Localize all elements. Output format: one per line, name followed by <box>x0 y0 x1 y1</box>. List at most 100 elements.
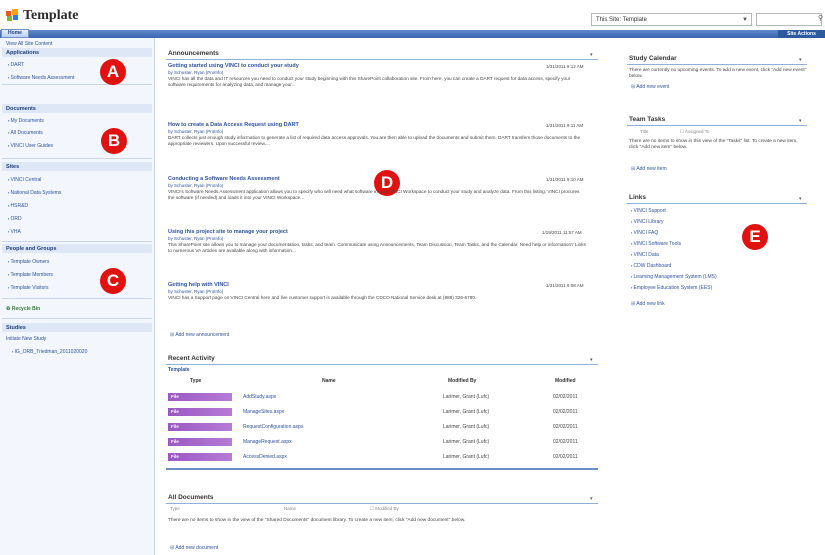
announcement-author[interactable]: by Schuster, Ryan (ProInfo) <box>168 129 223 134</box>
ql-item-software-needs[interactable]: Software Needs Assessment <box>8 75 75 81</box>
study-calendar-title[interactable]: Study Calendar <box>629 55 677 62</box>
announcements-title[interactable]: Announcements <box>168 50 219 57</box>
announcement-date: 1/31/2011 9:08 AM <box>546 283 584 288</box>
ql-heading-studies[interactable]: Studies <box>6 325 26 331</box>
divider <box>627 203 807 204</box>
column-header-assigned-to[interactable]: ☐ Assigned To <box>680 129 709 135</box>
modified-date: 02/02/2011 <box>553 409 578 415</box>
divider <box>627 64 807 65</box>
search-scope-select[interactable]: This Site: Template ▼ <box>591 13 752 26</box>
chevron-down-icon[interactable]: ▾ <box>590 496 593 502</box>
link-item[interactable]: VINCI Support <box>631 208 666 214</box>
file-name-link[interactable]: ManageRequest.aspx <box>243 439 292 445</box>
chevron-down-icon[interactable]: ▼ <box>742 17 748 23</box>
link-item[interactable]: VINCI Library <box>631 219 664 225</box>
announcement-date: 1/19/2011 11:57 AM <box>542 230 582 235</box>
column-header-name[interactable]: Name <box>284 506 296 511</box>
announcement-date: 1/31/2011 9:11 AM <box>546 123 584 128</box>
ql-item-template-visitors[interactable]: Template Visitors <box>8 285 49 291</box>
initiate-new-study-link[interactable]: Initiate New Study <box>6 336 46 342</box>
chevron-down-icon[interactable]: ▾ <box>590 52 593 58</box>
announcement-author[interactable]: by Schuster, Ryan (ProInfo) <box>168 183 223 188</box>
column-header-type[interactable]: Type <box>190 378 201 384</box>
chevron-down-icon[interactable]: ▾ <box>799 196 802 202</box>
ql-heading-documents[interactable]: Documents <box>6 106 36 112</box>
link-item[interactable]: VINCI Data <box>631 252 659 258</box>
ql-heading-sites[interactable]: Sites <box>6 164 19 170</box>
announcement-body: VINCI has a Support page on VINCI Centra… <box>168 295 477 300</box>
announcement-title[interactable]: Getting help with VINCI <box>168 282 229 288</box>
add-new-event-link[interactable]: Add new event <box>631 84 669 90</box>
column-header-modified[interactable]: Modified <box>555 378 576 384</box>
ql-item-ord[interactable]: ORD <box>8 216 22 222</box>
site-actions-menu[interactable]: Site Actions <box>778 30 825 38</box>
site-title[interactable]: Template <box>23 8 78 24</box>
ql-item-dart[interactable]: DART <box>8 62 25 68</box>
recent-activity-title[interactable]: Recent Activity <box>168 355 215 362</box>
chevron-down-icon[interactable]: ▾ <box>590 357 593 363</box>
file-name-link[interactable]: RequestConfiguration.aspx <box>243 424 303 430</box>
file-name-link[interactable]: AddStudy.aspx <box>243 394 276 400</box>
ql-item-my-documents[interactable]: My Documents <box>8 118 44 124</box>
ql-item-vha[interactable]: VHA <box>8 229 21 235</box>
chevron-down-icon[interactable]: ▾ <box>799 57 802 63</box>
link-item[interactable]: CDW Dashboard <box>631 263 672 269</box>
ql-item-template-members[interactable]: Template Members <box>8 272 54 278</box>
sharepoint-logo-icon <box>6 9 18 21</box>
add-new-document-link[interactable]: Add new document <box>170 545 218 551</box>
recycle-bin-label: Recycle Bin <box>11 306 41 312</box>
view-all-site-content-link[interactable]: View All Site Content <box>6 41 52 47</box>
column-header-title[interactable]: Title <box>640 129 648 134</box>
ql-item-national-data-systems[interactable]: National Data Systems <box>8 190 62 196</box>
announcement-title[interactable]: Using this project site to manage your p… <box>168 229 288 235</box>
recent-activity-subtitle[interactable]: Template <box>168 367 190 373</box>
add-new-item-link[interactable]: Add new item <box>631 166 666 172</box>
modified-by: Larimer, Grant (Lufc) <box>443 439 490 445</box>
announcement-title[interactable]: Conducting a Software Needs Assessment <box>168 176 280 182</box>
column-header-modified-by[interactable]: ☐ Modified By <box>370 506 399 512</box>
link-item[interactable]: Learning Management System (LMS) <box>631 274 717 280</box>
tasks-empty-message: There are no items to show in this view … <box>629 139 798 150</box>
top-nav-bar <box>0 30 825 38</box>
file-name-link[interactable]: AccessDenied.aspx <box>243 454 287 460</box>
ql-heading-applications[interactable]: Applications <box>6 50 39 56</box>
ql-item-all-documents[interactable]: All Documents <box>8 130 43 136</box>
column-header-type[interactable]: Type <box>170 506 180 511</box>
callout-badge-b: B <box>101 128 127 154</box>
calendar-empty-message: There are currently no upcoming events. … <box>629 68 807 79</box>
announcement-author[interactable]: by Schuster, Ryan (ProInfo) <box>168 70 223 75</box>
ql-heading-people-groups[interactable]: People and Groups <box>6 246 56 252</box>
all-documents-title[interactable]: All Documents <box>168 494 214 501</box>
ql-item-vinci-central[interactable]: VINCI Central <box>8 177 42 183</box>
modified-date: 02/02/2011 <box>553 394 578 400</box>
column-header-name[interactable]: Name <box>322 378 336 384</box>
divider <box>166 59 598 60</box>
ql-item-template-owners[interactable]: Template Owners <box>8 259 50 265</box>
ql-item-hsrd[interactable]: HSR&D <box>8 203 29 209</box>
file-type-chip: File <box>168 423 232 431</box>
modified-date: 02/02/2011 <box>553 424 578 430</box>
announcement-author[interactable]: by Schuster, Ryan (ProInfo) <box>168 236 223 241</box>
announcement-title[interactable]: Getting started using VINCI to conduct y… <box>168 63 299 69</box>
announcement-body: VINCI has all the data and IT resources … <box>168 76 571 87</box>
links-title[interactable]: Links <box>629 194 646 201</box>
link-item[interactable]: VINCI Software Tools <box>631 241 681 247</box>
chevron-down-icon[interactable]: ▾ <box>799 118 802 124</box>
column-header-modified-by[interactable]: Modified By <box>448 378 476 384</box>
file-name-link[interactable]: ManageSites.aspx <box>243 409 284 415</box>
ql-item-user-guides[interactable]: VINCI User Guides <box>8 143 54 149</box>
ql-item-study[interactable]: IG_ORB_Triedman_2011020020 <box>12 349 88 355</box>
recycle-bin-link[interactable]: ♻ Recycle Bin <box>6 306 40 312</box>
link-item[interactable]: Employee Education System (EES) <box>631 285 713 291</box>
team-tasks-title[interactable]: Team Tasks <box>629 116 665 123</box>
announcement-author[interactable]: by Schuster, Ryan (ProInfo) <box>168 289 223 294</box>
tab-home[interactable]: Home <box>1 29 29 38</box>
announcement-title[interactable]: How to create a Data Access Request usin… <box>168 122 299 128</box>
add-new-link-link[interactable]: Add new link <box>631 301 664 307</box>
file-type-chip: File <box>168 438 232 446</box>
search-icon[interactable]: ⚲ <box>818 14 823 22</box>
link-item[interactable]: VINCI FAQ <box>631 230 659 236</box>
search-input[interactable] <box>756 13 822 26</box>
add-new-announcement-link[interactable]: Add new announcement <box>170 332 229 338</box>
file-type-chip: File <box>168 408 232 416</box>
